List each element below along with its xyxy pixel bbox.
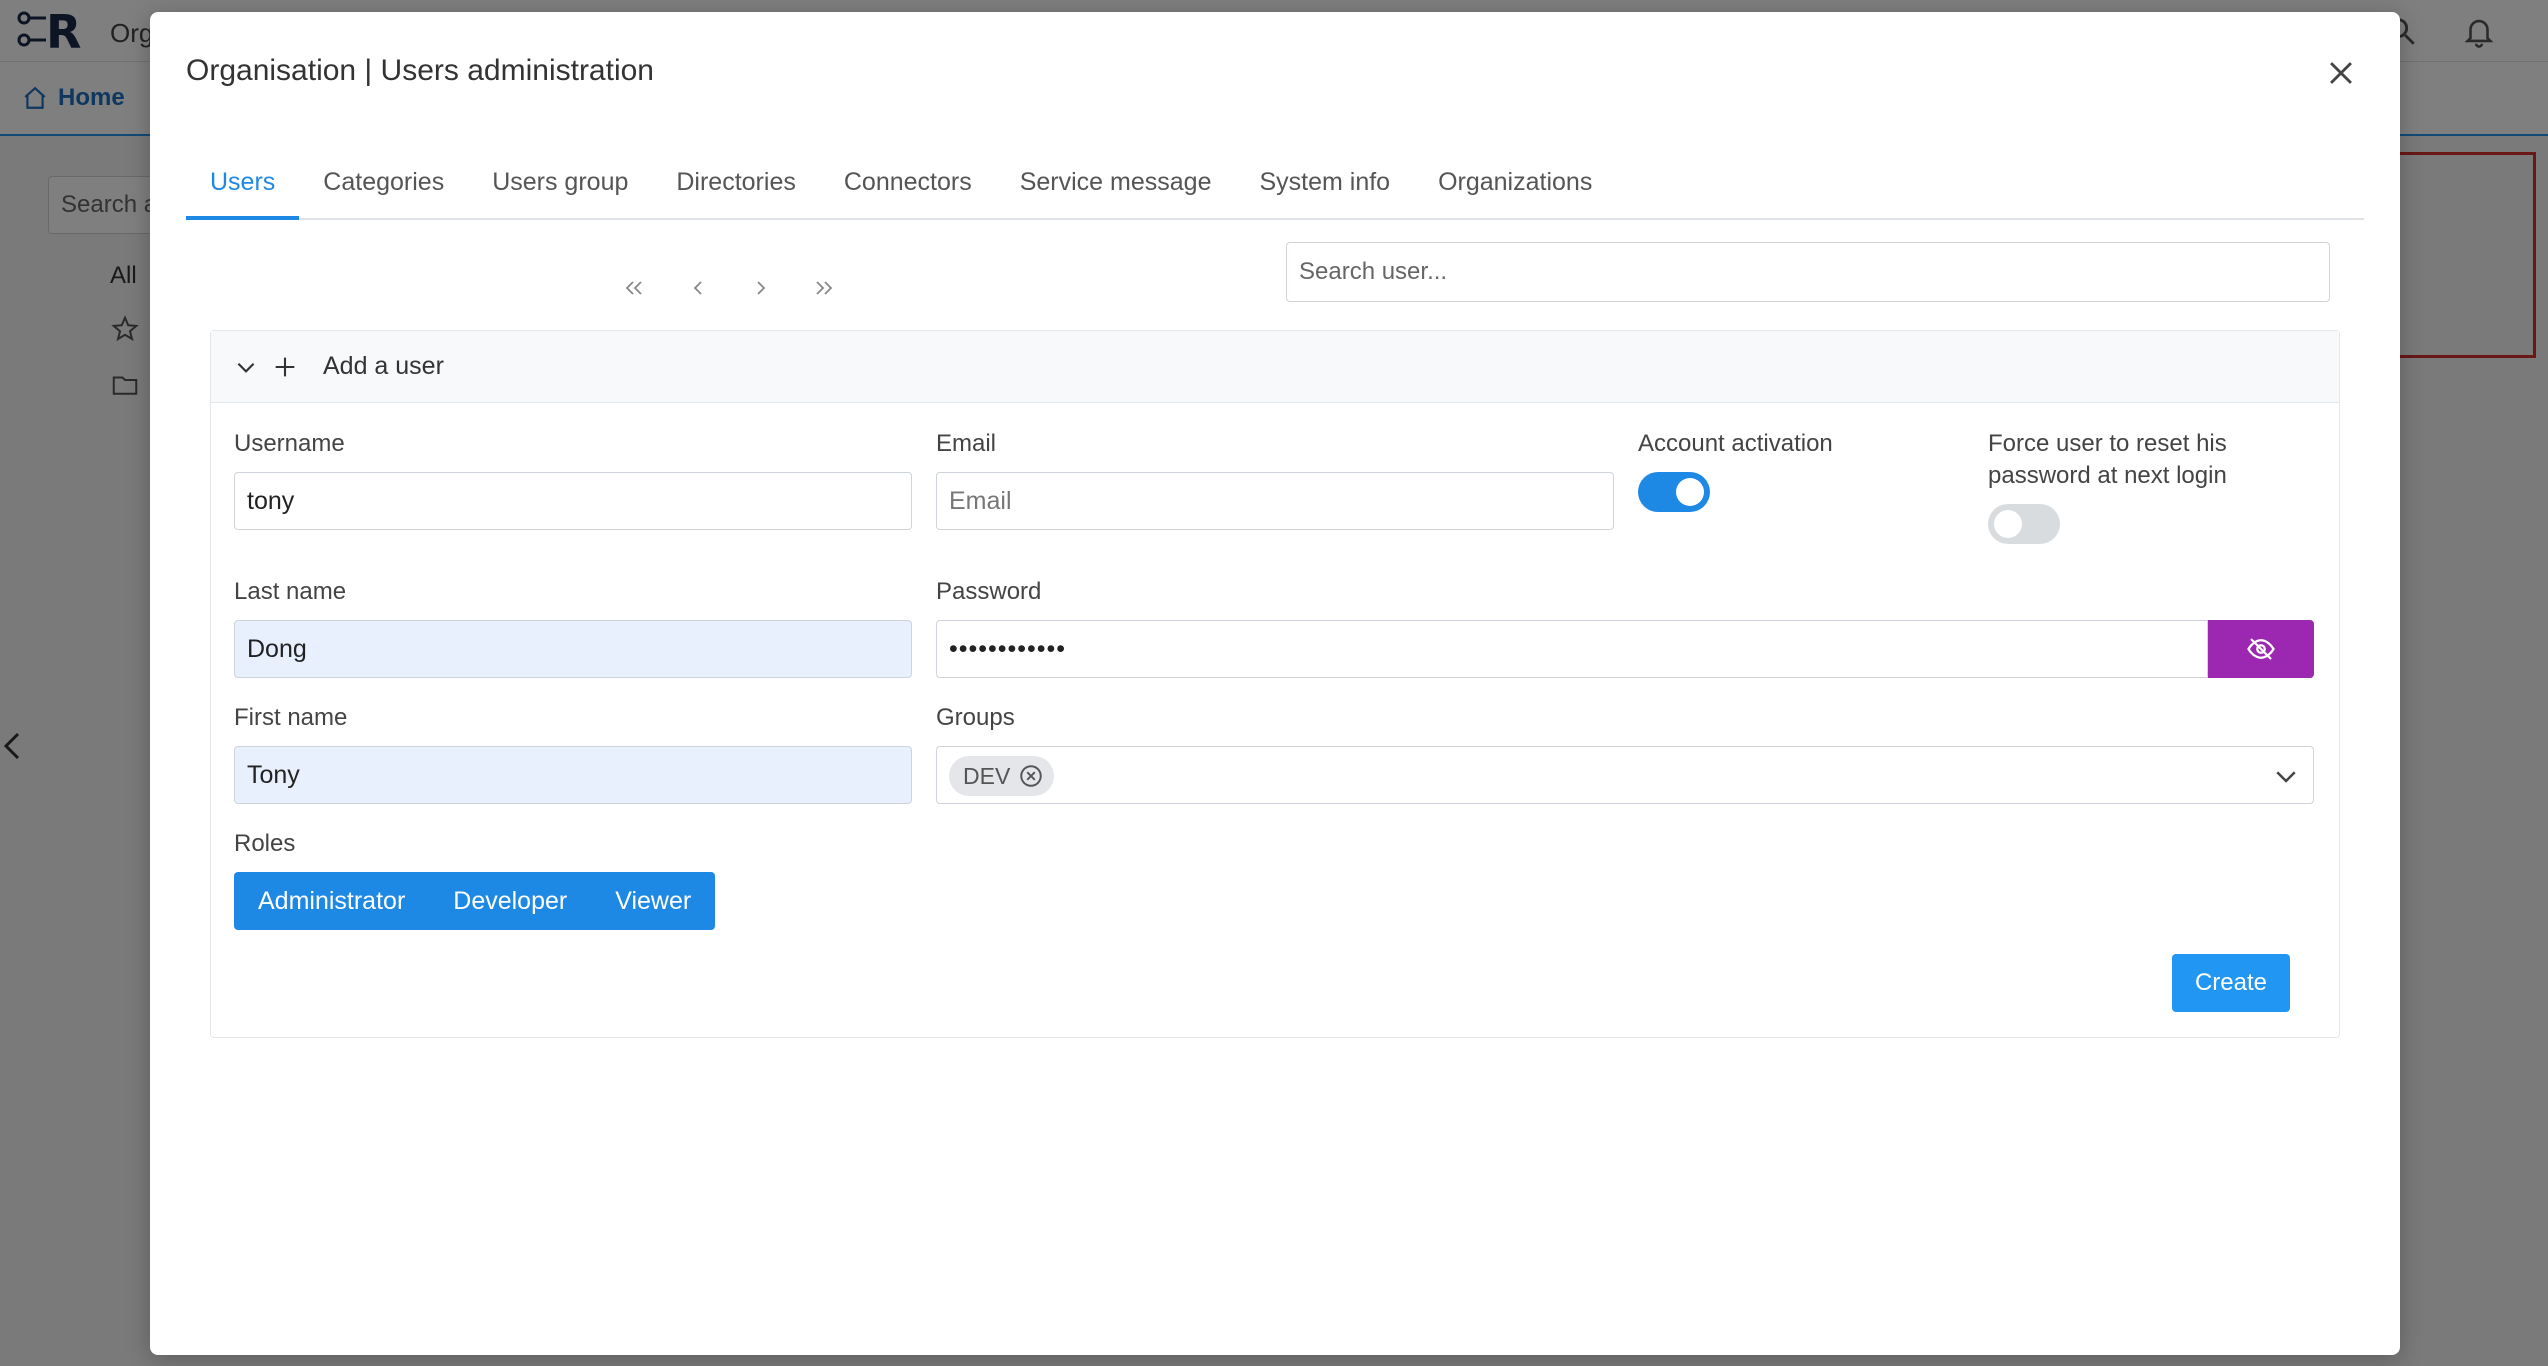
chevron-down-icon[interactable] — [2271, 761, 2301, 791]
tab-categories[interactable]: Categories — [299, 152, 468, 220]
modal-title: Organisation | Users administration — [186, 54, 654, 87]
role-developer[interactable]: Developer — [429, 872, 591, 930]
force-reset-toggle[interactable] — [1988, 504, 2060, 544]
role-administrator[interactable]: Administrator — [234, 872, 429, 930]
firstname-label: First name — [234, 704, 348, 731]
plus-icon — [275, 357, 295, 376]
groups-label: Groups — [936, 704, 1015, 731]
group-chip-label: DEV — [963, 762, 1011, 789]
chevron-left-icon — [693, 281, 702, 295]
roles-group: Administrator Developer Viewer — [234, 872, 716, 930]
close-icon[interactable] — [2324, 56, 2358, 90]
toggle-password-button[interactable] — [2208, 620, 2314, 678]
groups-select[interactable]: DEV — [936, 746, 2314, 804]
tab-directories[interactable]: Directories — [652, 152, 819, 220]
prev-page-button[interactable] — [680, 270, 716, 306]
last-page-button[interactable] — [806, 270, 842, 306]
password-label: Password — [936, 578, 1042, 605]
chevron-down-icon — [237, 362, 255, 373]
tab-users-group[interactable]: Users group — [468, 152, 652, 220]
next-page-button[interactable] — [743, 270, 779, 306]
tab-users[interactable]: Users — [186, 152, 300, 220]
tab-service-message[interactable]: Service message — [996, 152, 1236, 220]
chevrons-left-icon — [625, 281, 642, 295]
account-activation-toggle[interactable] — [1638, 472, 1710, 512]
tab-bar: Users Categories Users group Directories… — [186, 152, 2364, 220]
username-label: Username — [234, 430, 345, 457]
toggle-knob — [1676, 478, 1704, 506]
toggle-knob — [1994, 510, 2022, 538]
search-user-input[interactable] — [1286, 242, 2330, 302]
tab-system-info[interactable]: System info — [1235, 152, 1414, 220]
lastname-input[interactable] — [234, 620, 912, 678]
force-reset-label-line2: password at next login — [1988, 462, 2227, 489]
add-user-label: Add a user — [323, 352, 444, 380]
lastname-label: Last name — [234, 578, 347, 605]
first-page-button[interactable] — [616, 270, 652, 306]
username-input[interactable] — [234, 472, 912, 530]
chevron-right-icon — [757, 281, 766, 295]
tab-organizations[interactable]: Organizations — [1414, 152, 1616, 220]
email-input[interactable] — [936, 472, 1614, 530]
role-viewer[interactable]: Viewer — [591, 872, 715, 930]
account-activation-label: Account activation — [1638, 430, 1833, 457]
roles-label: Roles — [234, 830, 296, 857]
tab-connectors[interactable]: Connectors — [820, 152, 996, 220]
password-input[interactable] — [936, 620, 2208, 678]
remove-circle-icon[interactable] — [1018, 763, 1044, 789]
firstname-input[interactable] — [234, 746, 912, 804]
group-chip: DEV — [949, 756, 1055, 796]
email-label: Email — [936, 430, 997, 457]
force-reset-label-line1: Force user to reset his — [1988, 430, 2227, 457]
eye-slash-icon — [2247, 638, 2275, 660]
chevrons-right-icon — [816, 281, 833, 295]
add-user-header[interactable]: Add a user — [211, 331, 2339, 403]
create-button[interactable]: Create — [2172, 954, 2290, 1012]
users-admin-modal: Organisation | Users administration User… — [150, 12, 2400, 1355]
